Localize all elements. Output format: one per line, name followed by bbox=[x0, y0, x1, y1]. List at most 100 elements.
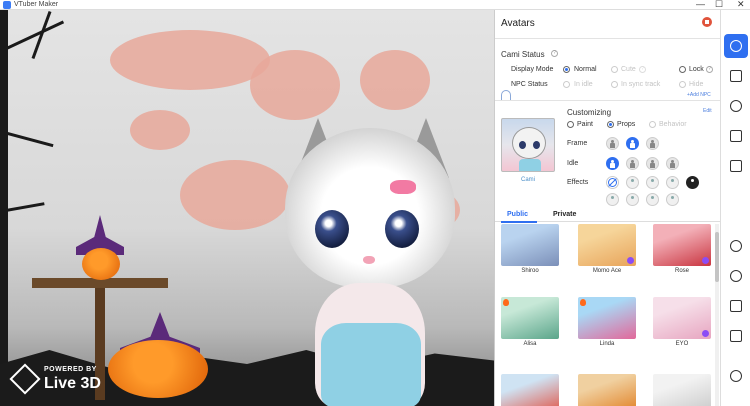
display-mode-cute-label: Cute bbox=[621, 66, 636, 73]
window-title: VTuber Maker bbox=[14, 1, 59, 8]
customize-paint-radio[interactable] bbox=[567, 121, 574, 128]
paint-splatter bbox=[180, 160, 290, 230]
effect-5-icon[interactable] bbox=[606, 193, 619, 206]
rail-avatar-icon[interactable] bbox=[724, 34, 748, 58]
display-mode-lock-label: Lock bbox=[689, 66, 704, 73]
avatar-preview-scene[interactable]: POWERED BY Live 3D bbox=[0, 10, 494, 406]
avatar-card-image bbox=[653, 374, 711, 406]
avatar-card-name: Rose bbox=[674, 268, 689, 274]
avatar-card[interactable]: Rose bbox=[653, 224, 713, 274]
cat-dress bbox=[321, 323, 421, 406]
tab-private[interactable]: Private bbox=[553, 211, 576, 218]
help-icon[interactable]: ? bbox=[551, 50, 558, 57]
npc-figure-icon[interactable] bbox=[501, 90, 511, 100]
paint-splatter bbox=[360, 50, 430, 110]
add-npc-link[interactable]: +Add NPC bbox=[687, 92, 711, 98]
display-mode-normal-radio[interactable] bbox=[563, 66, 570, 73]
panel-title: Avatars bbox=[501, 18, 535, 29]
frame-full-body-icon[interactable] bbox=[646, 137, 659, 150]
effect-2-icon[interactable] bbox=[646, 176, 659, 189]
cat-eye bbox=[315, 210, 349, 248]
avatar-tabs: Public Private bbox=[495, 208, 721, 223]
tree-branch bbox=[0, 20, 65, 53]
avatar-gallery: Shiroo Momo Ace Rose Alisa Linda EYO bbox=[495, 224, 721, 406]
customize-props-radio[interactable] bbox=[607, 121, 614, 128]
npc-in-idle-radio bbox=[563, 81, 570, 88]
status-heading: Cami Status bbox=[501, 50, 545, 59]
display-mode-lock-radio[interactable] bbox=[679, 66, 686, 73]
avatar-card[interactable] bbox=[653, 374, 713, 406]
tree-branch bbox=[0, 130, 54, 148]
frame-upper-body-icon[interactable] bbox=[626, 137, 639, 150]
effect-none-icon[interactable] bbox=[606, 176, 619, 189]
avatar-card[interactable] bbox=[578, 374, 638, 406]
effect-8-icon[interactable] bbox=[666, 193, 679, 206]
rail-list-icon[interactable] bbox=[724, 124, 748, 148]
effect-1-icon[interactable] bbox=[626, 176, 639, 189]
hot-flame-icon bbox=[580, 299, 586, 306]
selected-avatar-thumbnail[interactable] bbox=[501, 118, 555, 172]
frame-headshot-icon[interactable] bbox=[606, 137, 619, 150]
edit-link[interactable]: Edit bbox=[703, 108, 712, 114]
avatar-card[interactable] bbox=[501, 374, 561, 406]
gallery-scrollbar[interactable] bbox=[715, 224, 719, 406]
close-panel-button[interactable] bbox=[702, 17, 712, 27]
avatar-card[interactable]: EYO bbox=[653, 297, 713, 347]
help-icon: ? bbox=[639, 66, 646, 73]
cat-nose bbox=[363, 256, 375, 264]
tab-public[interactable]: Public bbox=[507, 211, 528, 218]
rail-webcam-icon[interactable] bbox=[724, 234, 748, 258]
rail-expand-icon[interactable] bbox=[724, 154, 748, 178]
effect-7-icon[interactable] bbox=[646, 193, 659, 206]
premium-badge-icon bbox=[702, 330, 709, 337]
rail-image-icon[interactable] bbox=[724, 64, 748, 88]
app-logo-icon bbox=[3, 1, 11, 9]
avatar-card[interactable]: Alisa bbox=[501, 297, 561, 347]
premium-badge-icon bbox=[627, 257, 634, 264]
paint-splatter bbox=[130, 110, 190, 150]
avatar-card[interactable]: Momo Ace bbox=[578, 224, 638, 274]
avatar-card-image bbox=[578, 224, 636, 266]
npc-status-label: NPC Status bbox=[511, 81, 548, 88]
minimize-button[interactable]: — bbox=[696, 0, 705, 9]
avatar-card-name: Momo Ace bbox=[592, 268, 622, 274]
idle-label: Idle bbox=[567, 160, 579, 167]
scrollbar-thumb[interactable] bbox=[715, 232, 719, 282]
effect-3-icon[interactable] bbox=[666, 176, 679, 189]
idle-pose-3-icon[interactable] bbox=[646, 157, 659, 170]
effect-4-icon[interactable] bbox=[686, 176, 699, 189]
avatar-eye bbox=[519, 141, 526, 149]
right-tool-rail bbox=[720, 10, 750, 406]
rail-picture-icon[interactable] bbox=[724, 324, 748, 348]
avatar-eye bbox=[533, 141, 540, 149]
npc-sync-track-radio bbox=[611, 81, 618, 88]
rail-eye-icon[interactable] bbox=[724, 264, 748, 288]
effect-6-icon[interactable] bbox=[626, 193, 639, 206]
rail-settings-icon[interactable] bbox=[724, 364, 748, 388]
avatar-card[interactable]: Linda bbox=[578, 297, 638, 347]
cami-avatar-model[interactable] bbox=[285, 118, 465, 406]
frame-label: Frame bbox=[567, 140, 588, 147]
rail-emoji-icon[interactable] bbox=[724, 94, 748, 118]
npc-in-idle-label: In idle bbox=[574, 81, 593, 88]
selected-avatar-name: Cami bbox=[520, 177, 535, 183]
avatar-card-image bbox=[501, 224, 559, 266]
avatar-card-image bbox=[578, 297, 636, 339]
avatar-card-image bbox=[578, 374, 636, 406]
maximize-button[interactable]: ☐ bbox=[715, 0, 723, 10]
avatars-panel: Avatars Cami Status ? Display Mode Norma… bbox=[494, 10, 721, 406]
rail-tv-icon[interactable] bbox=[724, 294, 748, 318]
display-mode-normal-label: Normal bbox=[574, 66, 597, 73]
avatar-card[interactable]: Shiroo bbox=[501, 224, 561, 274]
idle-pose-2-icon[interactable] bbox=[626, 157, 639, 170]
avatar-dress bbox=[519, 159, 541, 171]
idle-pose-4-icon[interactable] bbox=[666, 157, 679, 170]
customize-props-label: Props bbox=[617, 121, 636, 128]
close-window-button[interactable]: ✕ bbox=[737, 0, 745, 10]
help-icon[interactable]: ? bbox=[706, 66, 713, 73]
idle-pose-1-icon[interactable] bbox=[606, 157, 619, 170]
avatar-card-image bbox=[653, 297, 711, 339]
customize-behavior-label: Behavior bbox=[659, 121, 687, 128]
divider bbox=[495, 100, 721, 101]
jack-o-lantern bbox=[108, 340, 208, 398]
